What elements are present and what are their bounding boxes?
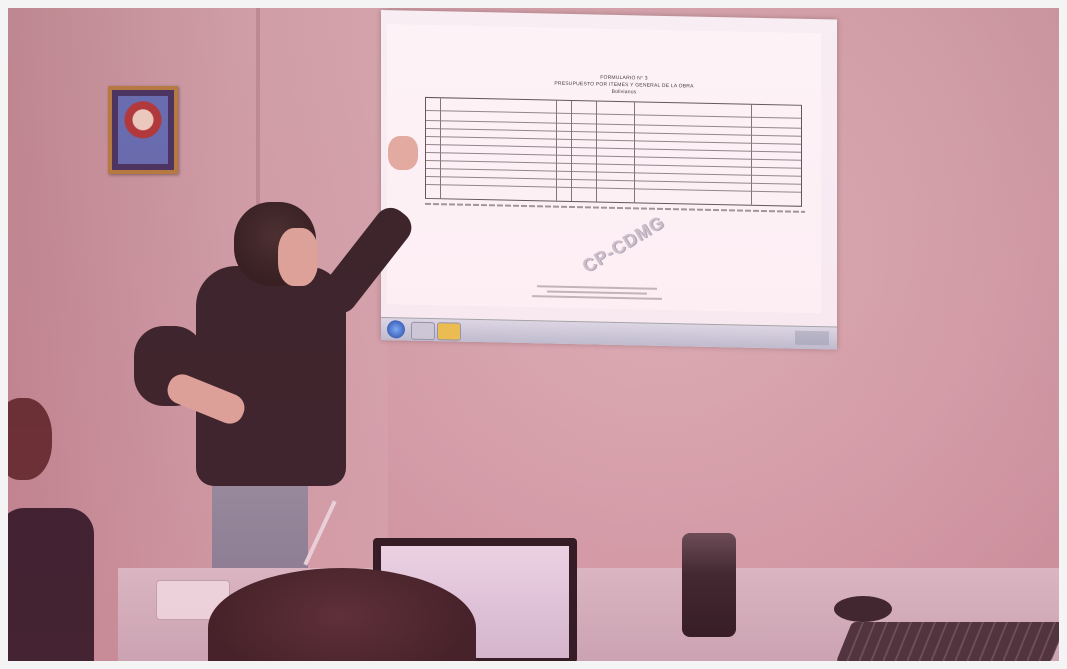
table-col-divider [596,101,597,202]
table-row-divider [426,159,801,169]
observer-person [8,398,94,661]
presenter-arm-pointing [314,201,418,320]
presenter-pointing-hand [388,136,418,170]
keyboard [835,622,1059,661]
presenter-face [278,228,318,286]
signature-line [547,290,647,295]
table-row-divider [426,119,801,129]
table-row-divider [426,143,801,153]
table-col-divider [571,100,572,202]
speaker [682,533,736,637]
table-row-divider [426,167,801,177]
table-row-divider [426,175,801,185]
table-row-divider [426,109,801,119]
classroom-photo: FORMULARIO N° 3 PRESUPUESTO POR ITEMES Y… [8,8,1059,661]
mouse [834,596,892,622]
budget-table [425,96,802,207]
projection-screen: FORMULARIO N° 3 PRESUPUESTO POR ITEMES Y… [381,10,837,350]
watermark-stamp: CP-CDMG [578,211,668,277]
observer-body [8,508,94,661]
signature-line [537,285,657,290]
table-row-divider [426,135,801,145]
signature-line [532,295,662,300]
table-row-divider [426,183,801,193]
table-col-divider [556,100,557,201]
table-row-divider [426,127,801,137]
table-col-divider [751,104,752,205]
projected-document: FORMULARIO N° 3 PRESUPUESTO POR ITEMES Y… [387,24,821,314]
table-col-divider [634,102,635,203]
folder-icon [437,322,461,341]
table-row-divider [426,151,801,161]
taskbar-clock [795,330,829,346]
table-col-divider [440,98,441,199]
observer-head [8,398,52,480]
